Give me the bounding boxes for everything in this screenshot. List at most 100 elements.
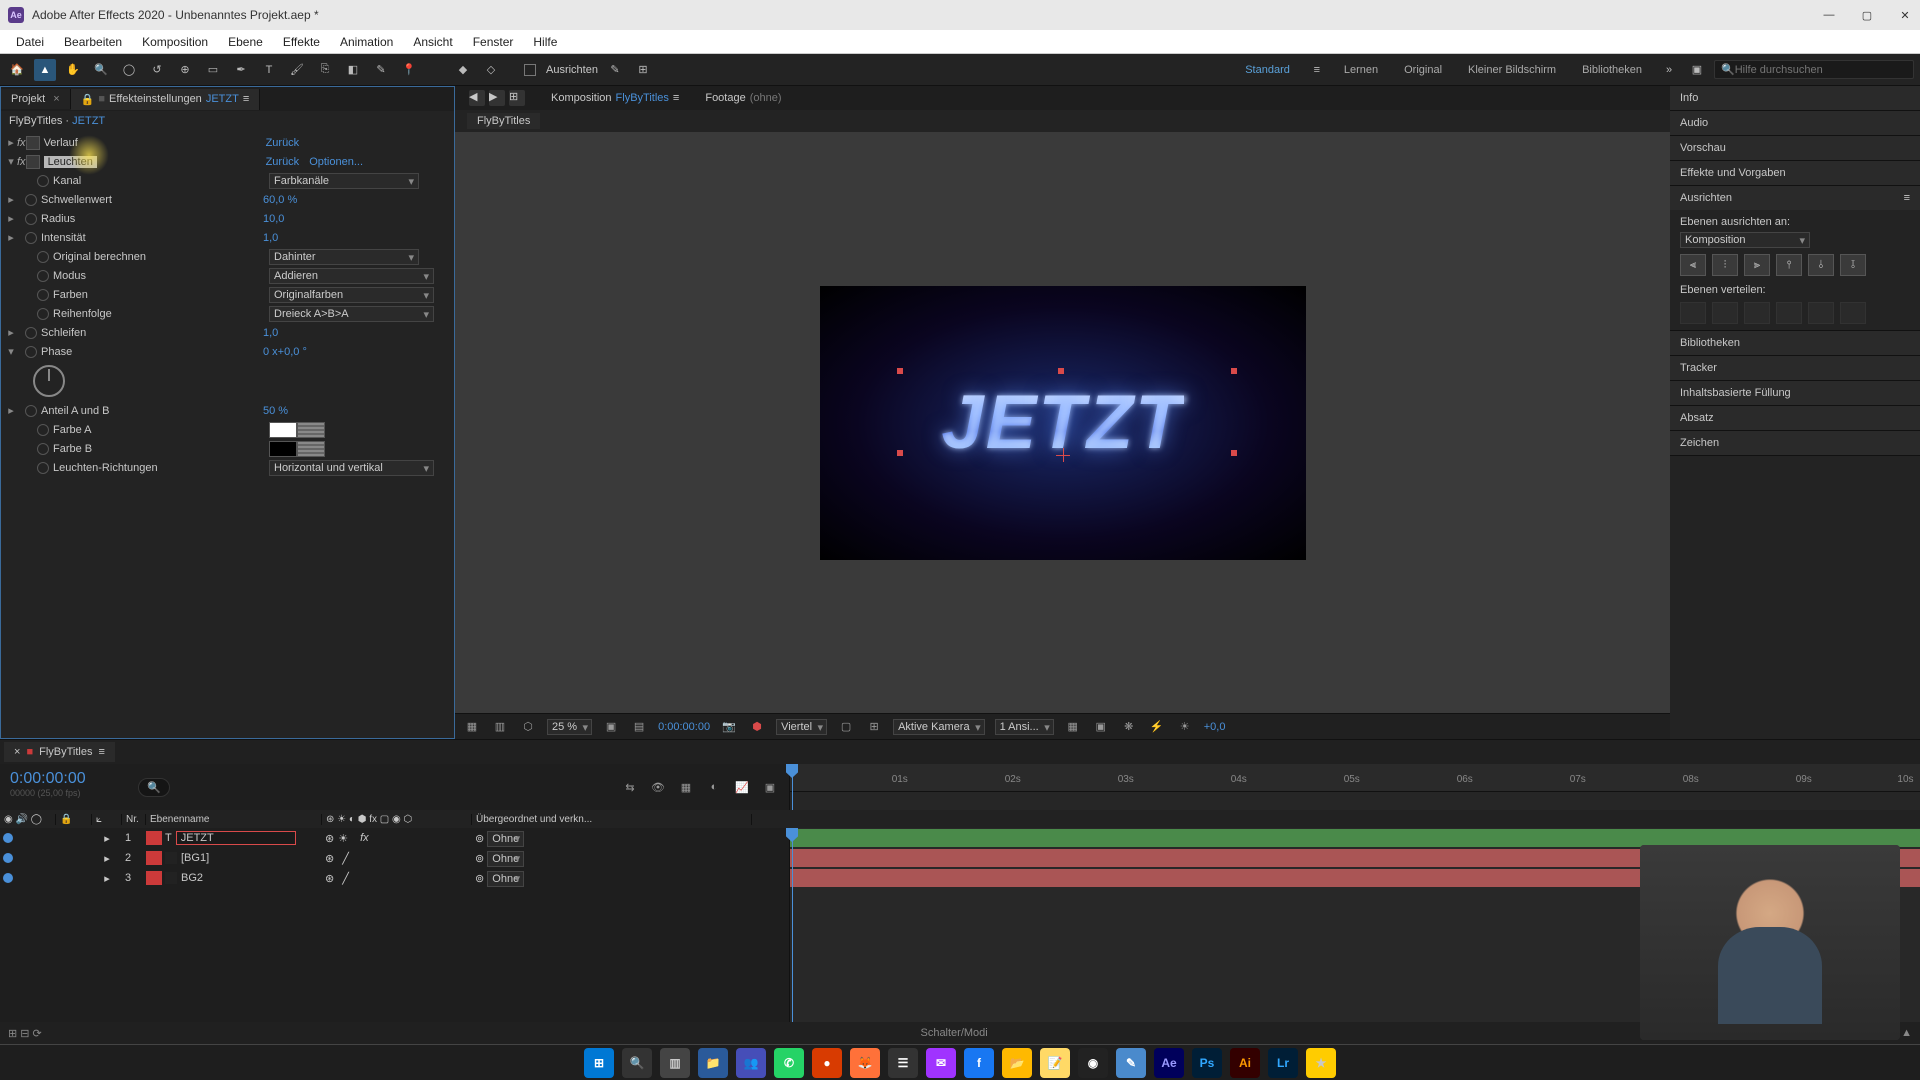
stopwatch-icon[interactable] [37,424,49,436]
grid-icon[interactable]: ⊞ [865,718,883,736]
eraser-tool[interactable]: ◧ [342,59,364,81]
close-icon[interactable]: × [53,93,59,105]
timeline-ruler-area[interactable]: 01s 02s 03s 04s 05s 06s 07s 08s 09s 10s [790,764,1920,810]
panel-vorschau[interactable]: Vorschau [1670,136,1920,160]
tl-draft3d-icon[interactable]: ▣ [761,778,779,796]
taskbar-whatsapp-icon[interactable]: ✆ [774,1048,804,1078]
layer-color-label[interactable] [146,831,162,845]
panel-ausrichten[interactable]: Ausrichten≡ [1670,186,1920,210]
current-time[interactable]: 0:00:00:00 [658,721,710,733]
layer-name-input[interactable]: JETZT [176,831,296,845]
menu-komposition[interactable]: Komposition [132,35,218,49]
playhead-line[interactable] [792,828,793,1022]
tl-comp-flow-icon[interactable]: ⇆ [621,778,639,796]
clone-tool[interactable]: ⎘ [314,59,336,81]
parent-dropdown[interactable]: Ohne [487,851,524,867]
taskbar-notes-icon[interactable]: 📝 [1040,1048,1070,1078]
panel-menu-icon[interactable]: ≡ [1904,192,1910,204]
parent-dropdown[interactable]: Ohne [487,831,524,847]
expand-icon[interactable]: ▸ [104,852,110,865]
motion-blur-icon[interactable]: ❋ [1120,718,1138,736]
selection-tool[interactable]: ▲ [34,59,56,81]
workspace-lernen[interactable]: Lernen [1334,64,1388,76]
stopwatch-icon[interactable] [25,232,37,244]
eyedropper-icon[interactable] [297,441,325,457]
taskbar-lr-icon[interactable]: Lr [1268,1048,1298,1078]
rect-tool[interactable]: ▭ [202,59,224,81]
tab-footage[interactable]: Footage (ohne) [697,88,789,108]
minimize-button[interactable]: — [1822,8,1836,22]
stopwatch-icon[interactable] [25,213,37,225]
radius-value[interactable]: 10,0 [257,213,284,225]
composition-viewer[interactable]: JETZT [455,132,1670,713]
hand-tool[interactable]: ✋ [62,59,84,81]
expand-icon[interactable]: ▸ [104,832,110,845]
schleifen-value[interactable]: 1,0 [257,327,278,339]
exposure-value[interactable]: +0,0 [1204,721,1226,733]
composition-canvas[interactable]: JETZT [820,286,1306,560]
workspace-overflow-icon[interactable]: » [1658,59,1680,81]
tab-komposition[interactable]: Komposition FlyByTitles ≡ [543,88,687,108]
taskbar-app2-icon[interactable]: ☰ [888,1048,918,1078]
visibility-toggle[interactable] [3,833,13,843]
align-bottom-icon[interactable]: ⫱ [1840,254,1866,276]
menu-bearbeiten[interactable]: Bearbeiten [54,35,132,49]
stopwatch-icon[interactable] [25,194,37,206]
anchor-point-icon[interactable] [1056,448,1070,462]
close-icon[interactable]: × [14,746,20,758]
dof-icon[interactable]: ▣ [1092,718,1110,736]
taskbar-ai-icon[interactable]: Ai [1230,1048,1260,1078]
brush-tool[interactable]: 🖌 [286,59,308,81]
layer-name[interactable]: BG2 [181,872,203,884]
tl-motion-blur-icon[interactable]: ◐ [705,778,723,796]
visibility-toggle[interactable] [3,853,13,863]
menu-animation[interactable]: Animation [330,35,403,49]
panel-menu-icon[interactable]: ≡ [243,93,249,105]
effect-verlauf[interactable]: ▸ fx Verlauf Zurück [1,133,454,152]
time-ruler[interactable]: 01s 02s 03s 04s 05s 06s 07s 08s 09s 10s [790,764,1920,792]
align-vcenter-icon[interactable]: ⫰ [1808,254,1834,276]
stopwatch-icon[interactable] [37,175,49,187]
fx-toggle-icon[interactable]: fx [17,137,26,149]
layer-row-2[interactable]: ▸ 2 [BG1] ⊛╱ ⊚ Ohne [0,848,789,868]
channel-icon[interactable]: ⬢ [748,718,766,736]
panel-menu-icon[interactable]: ≡ [98,746,104,758]
workspace-menu-icon[interactable]: ≡ [1306,59,1328,81]
workspace-original[interactable]: Original [1394,64,1452,76]
panel-tracker[interactable]: Tracker [1670,356,1920,380]
reihenfolge-dropdown[interactable]: Dreieck A>B>A [269,306,434,322]
stopwatch-icon[interactable] [37,308,49,320]
modus-dropdown[interactable]: Addieren [269,268,434,284]
snap-checkbox[interactable] [524,64,536,76]
taskbar-search-icon[interactable]: 🔍 [622,1048,652,1078]
layer-color-label[interactable] [146,871,162,885]
panel-info[interactable]: Info [1670,86,1920,110]
align-target-dropdown[interactable]: Komposition [1680,232,1810,248]
taskbar-files-icon[interactable]: 📂 [1002,1048,1032,1078]
effect-leuchten[interactable]: ▾ fx Leuchten Zurück Optionen... [1,152,454,171]
panel-inhaltsfuellung[interactable]: Inhaltsbasierte Füllung [1670,381,1920,405]
res-full-icon[interactable]: ▣ [602,718,620,736]
snap-opt2-icon[interactable]: ⊞ [632,59,654,81]
col-layername[interactable]: Ebenenname [146,814,322,825]
col-lock-icon[interactable]: 🔒 [56,814,92,825]
anteil-value[interactable]: 50 % [257,405,288,417]
roi-icon[interactable]: ▢ [837,718,855,736]
align-top-icon[interactable]: ⫯ [1776,254,1802,276]
camera-dropdown[interactable]: Aktive Kamera [893,719,985,735]
visibility-toggle[interactable] [3,873,13,883]
taskbar-explorer-icon[interactable]: 📁 [698,1048,728,1078]
alpha-toggle-icon[interactable]: ▦ [463,718,481,736]
views-dropdown[interactable]: 1 Ansi... [995,719,1054,735]
stopwatch-icon[interactable] [37,443,49,455]
menu-ebene[interactable]: Ebene [218,35,273,49]
layer-row-3[interactable]: ▸ 3 BG2 ⊛╱ ⊚ Ohne [0,868,789,888]
taskbar-messenger-icon[interactable]: ✉ [926,1048,956,1078]
pickwhip-icon[interactable]: ⊚ [475,853,484,865]
menu-fenster[interactable]: Fenster [463,35,524,49]
lock-icon[interactable]: 🔒 [81,93,95,106]
mask-icon[interactable]: ⬡ [519,718,537,736]
panel-bibliotheken[interactable]: Bibliotheken [1670,331,1920,355]
text-tool[interactable]: T [258,59,280,81]
workspace-bibliotheken[interactable]: Bibliotheken [1572,64,1652,76]
